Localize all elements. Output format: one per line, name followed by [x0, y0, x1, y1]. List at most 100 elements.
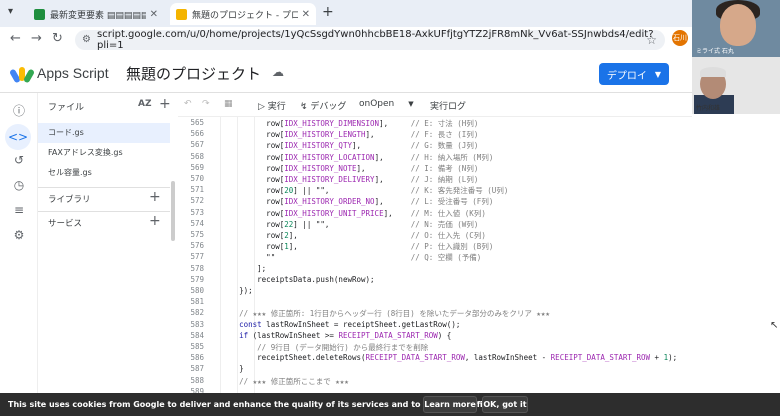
code-line[interactable]: row[22] || "", // N: 売価 (W列)	[212, 219, 478, 230]
settings-gear-icon[interactable]: ⚙	[10, 226, 28, 244]
line-number: 579	[190, 274, 204, 284]
person-hair	[700, 67, 726, 77]
add-file-icon[interactable]: +	[159, 96, 171, 112]
code-line[interactable]: row[IDX_HISTORY_LOCATION], // H: 納入場所 (M…	[212, 152, 493, 163]
line-number: 565	[190, 118, 204, 127]
code-line[interactable]: row[IDX_HISTORY_LENGTH], // F: 長さ (I列)	[212, 129, 478, 140]
add-library-icon[interactable]: +	[149, 189, 161, 205]
code-line[interactable]: ];	[212, 264, 266, 273]
browser-tab-strip: ▾ 最新変更要素 ▤▤▤▤▤▤▤ ☐ ☐ ✕ 無題のプロジェクト - プロジェク…	[0, 0, 780, 27]
new-tab-button[interactable]: +	[322, 4, 334, 20]
code-line[interactable]: // 9行目 (データ開始行) から最終行までを削除	[212, 342, 428, 353]
executions-icon[interactable]: ≡	[10, 201, 28, 219]
code-line[interactable]: // ★★★ 修正箇所ここまで ★★★	[212, 376, 349, 387]
line-number: 569	[190, 162, 204, 172]
forward-icon[interactable]: →	[31, 31, 42, 46]
ok-got-it-button[interactable]: OK, got it	[482, 396, 528, 413]
code-line[interactable]: row[20] || "", // K: 客先発注番号 (U列)	[212, 185, 508, 196]
files-panel: ファイル AZ + コード.gs FAXアドレス変換.gs セル容量.gs ライ…	[38, 93, 178, 393]
line-number: 576	[190, 241, 204, 251]
line-number: 575	[190, 230, 204, 239]
code-line[interactable]: row[1], // P: 仕入識別 (B列)	[212, 241, 493, 252]
redo-icon[interactable]: ↷	[202, 99, 210, 109]
line-number: 570	[190, 174, 204, 183]
file-item[interactable]: セル容量.gs	[38, 163, 170, 183]
debug-button[interactable]: ↯ デバッグ	[300, 99, 346, 112]
url-text: script.google.com/u/0/home/projects/1yQc…	[97, 29, 654, 51]
code-line[interactable]: if (lastRowInSheet >= RECEIPT_DATA_START…	[212, 331, 451, 340]
deploy-button[interactable]: デプロイ ▼	[599, 63, 669, 85]
code-line[interactable]: const lastRowInSheet = receiptSheet.getL…	[212, 320, 460, 329]
reload-icon[interactable]: ↻	[52, 31, 63, 46]
close-icon[interactable]: ✕	[302, 9, 310, 20]
address-bar-row: ← → ↻ ⚙ script.google.com/u/0/home/proje…	[0, 27, 780, 52]
code-line[interactable]: receiptsData.push(newRow);	[212, 275, 374, 284]
code-editor[interactable]: 565 row[IDX_HISTORY_DIMENSION], // E: 寸法…	[178, 117, 780, 393]
file-item[interactable]: FAXアドレス変換.gs	[38, 143, 170, 163]
run-button[interactable]: ▷ 実行	[258, 99, 286, 112]
file-item[interactable]: コード.gs	[38, 123, 170, 143]
line-number: 587	[190, 364, 204, 374]
cookie-text: This site uses cookies from Google to de…	[8, 400, 491, 409]
history-icon[interactable]: ↺	[10, 151, 28, 169]
code-line[interactable]: // ★★★ 修正箇所: 1行目からヘッダー行 (8行目) を除いたデータ部分の…	[212, 308, 550, 319]
tab-search-icon[interactable]: ▾	[8, 6, 13, 17]
app-header: Apps Script 無題のプロジェクト ☁ デプロイ ▼	[0, 55, 692, 93]
site-info-icon[interactable]: ⚙	[82, 34, 91, 45]
sort-az-icon[interactable]: AZ	[138, 99, 152, 109]
close-icon[interactable]: ✕	[150, 9, 158, 20]
code-line[interactable]: receiptSheet.deleteRows(RECEIPT_DATA_STA…	[212, 353, 677, 362]
panel-scrollbar[interactable]	[171, 181, 175, 241]
code-line[interactable]: row[IDX_HISTORY_QTY], // G: 数量 (J列)	[212, 140, 478, 151]
participant-name: ミライ式 石丸	[696, 48, 734, 55]
code-line[interactable]: row[IDX_HISTORY_NOTE], // I: 備考 (N列)	[212, 163, 478, 174]
line-number: 580	[190, 286, 204, 295]
line-number: 571	[190, 185, 204, 195]
code-line[interactable]: row[IDX_HISTORY_ORDER_NO], // L: 受注番号 (F…	[212, 196, 493, 207]
code-line[interactable]: }	[212, 364, 244, 373]
video-tile: ミライ式 石丸	[692, 0, 780, 57]
back-icon[interactable]: ←	[10, 31, 21, 46]
code-line[interactable]: "" // Q: 空欄 (予備)	[212, 252, 481, 263]
line-number: 583	[190, 319, 204, 329]
cloud-saved-icon: ☁	[272, 65, 284, 79]
tab-title: 無題のプロジェクト - プロジェクト編集	[192, 10, 298, 21]
line-number: 585	[190, 342, 204, 351]
code-line[interactable]: row[IDX_HISTORY_DELIVERY], // J: 納期 (L列)	[212, 174, 478, 185]
code-line[interactable]: });	[212, 286, 253, 295]
code-line[interactable]: row[IDX_HISTORY_UNIT_PRICE], // M: 仕入値 (…	[212, 208, 486, 219]
participant-name: 竹内和雄	[696, 105, 721, 112]
code-line[interactable]: row[2], // O: 仕入先 (C列)	[212, 230, 486, 241]
triggers-clock-icon[interactable]: ◷	[10, 176, 28, 194]
project-title[interactable]: 無題のプロジェクト	[126, 63, 261, 84]
save-icon[interactable]: ▦	[224, 99, 233, 109]
line-number: 584	[190, 330, 204, 340]
bookmark-star-icon[interactable]: ☆	[646, 33, 657, 47]
line-number: 568	[190, 151, 204, 161]
line-number: 567	[190, 140, 204, 150]
tab-title: 最新変更要素 ▤▤▤▤▤▤▤ ☐ ☐	[50, 10, 146, 21]
app-name: Apps Script	[37, 65, 109, 81]
info-icon[interactable]: ⓘ	[10, 102, 28, 120]
browser-tab-apps-script[interactable]: 無題のプロジェクト - プロジェクト編集 ✕	[170, 3, 316, 25]
execution-log-button[interactable]: 実行ログ	[430, 99, 466, 112]
undo-icon[interactable]: ↶	[184, 99, 192, 109]
editor-toolbar: ↶ ↷ ▦ ▷ 実行 ↯ デバッグ onOpen ▼ 実行ログ	[178, 93, 692, 117]
add-service-icon[interactable]: +	[149, 213, 161, 229]
function-select[interactable]: onOpen ▼	[359, 99, 414, 109]
browser-tab-sheet[interactable]: 最新変更要素 ▤▤▤▤▤▤▤ ☐ ☐ ✕	[28, 3, 164, 25]
editor-code-icon[interactable]: <>	[5, 124, 31, 150]
learn-more-button[interactable]: Learn more	[423, 396, 477, 413]
chevron-down-icon: ▼	[654, 69, 662, 79]
line-number: 588	[190, 375, 204, 385]
line-number: 578	[190, 263, 204, 273]
left-nav-rail: ⓘ <> ↺ ◷ ≡ ⚙	[0, 93, 38, 393]
url-field[interactable]: ⚙ script.google.com/u/0/home/projects/1y…	[75, 29, 665, 51]
apps-script-logo-icon	[8, 65, 36, 84]
code-line[interactable]: row[IDX_HISTORY_DIMENSION], // E: 寸法 (H列…	[212, 118, 478, 129]
line-number: 566	[190, 129, 204, 139]
profile-avatar[interactable]: 石川	[672, 30, 688, 46]
apps-script-icon	[176, 8, 187, 20]
line-number: 581	[190, 297, 204, 307]
run-label: 実行	[267, 102, 286, 112]
